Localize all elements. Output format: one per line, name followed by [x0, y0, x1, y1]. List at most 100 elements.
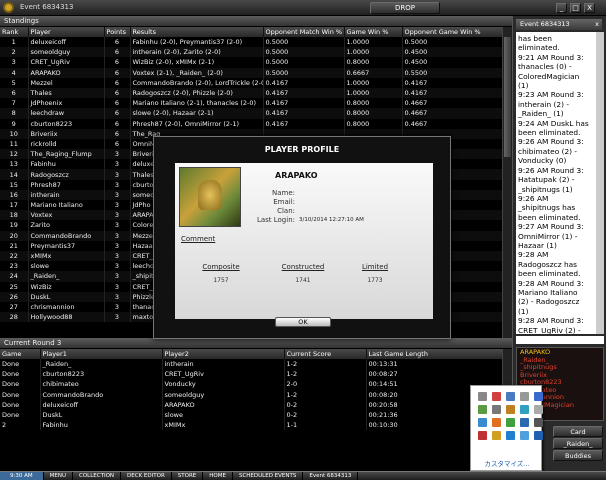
standings-scrollbar[interactable] — [502, 27, 512, 349]
tray-icon[interactable] — [534, 418, 543, 427]
table-cell: 0-2 — [284, 399, 367, 410]
table-row[interactable]: Done DuskL slowe 0-2 00:21:36 — [0, 409, 503, 421]
close-icon[interactable]: x — [595, 19, 599, 29]
chat-log: has been eliminated. 9:21 AM Round 3: than… — [516, 32, 596, 334]
tray-icon[interactable] — [520, 431, 529, 440]
tray-icon[interactable] — [534, 392, 543, 401]
column-header[interactable]: Opponent Match Win % — [263, 27, 345, 37]
tray-icon[interactable] — [506, 405, 515, 414]
column-header[interactable]: Opponent Game Win % — [402, 27, 503, 37]
table-cell: 3 — [104, 291, 131, 302]
scheduled-events-button[interactable]: SCHEDULED EVENTS — [233, 472, 304, 480]
chat-input[interactable] — [516, 336, 604, 344]
table-row[interactable]: 7 JdPhoenix 6 Mariano Italiano (2-1), thana… — [0, 98, 503, 109]
chat-line: Hazaar (1) — [518, 240, 557, 250]
table-cell: intherain (2-0), Zarito (2-0) — [130, 47, 264, 58]
collection-button[interactable]: COLLECTION — [73, 472, 122, 480]
column-header[interactable]: Rank — [0, 27, 29, 37]
table-cell: 1.0000 — [344, 47, 403, 58]
tray-icon[interactable] — [478, 405, 487, 414]
table-row[interactable]: 2 Fabinhu xMIMx 1-1 00:10:30 — [0, 420, 503, 431]
tray-icon[interactable] — [492, 405, 501, 414]
table-cell: 0.4167 — [402, 77, 503, 88]
table-row[interactable]: 1 deluxeicoff 6 Fabinhu (2-0), Preymantis37… — [0, 37, 503, 48]
table-row[interactable]: 4 ARAPAKO 6 Voxtex (2-1), _Raiden_ (2-0) 0.5… — [0, 67, 503, 78]
table-cell: someoldguy — [28, 47, 105, 58]
menu-button[interactable]: MENU — [44, 472, 73, 480]
drop-button[interactable]: DROP — [370, 2, 440, 14]
chat-line: 9:28 AM Round 3: — [518, 278, 584, 288]
tray-icon[interactable] — [478, 431, 487, 440]
column-header[interactable]: Current Score — [284, 349, 367, 359]
table-cell: 6 — [104, 87, 131, 99]
column-header[interactable]: Last Game Length — [366, 349, 503, 359]
table-cell: Thales — [28, 87, 105, 99]
table-row[interactable]: Done cburton8223 CRET_UgRiv 1-2 00:08:27 — [0, 369, 503, 380]
deck-editor-button[interactable]: DECK EDITOR — [121, 472, 172, 480]
table-cell: 3 — [104, 301, 131, 313]
tray-icon[interactable] — [492, 418, 501, 427]
last-login-label: Last Login: — [256, 216, 295, 224]
event-tab-button[interactable]: Event 6834313 — [303, 472, 359, 480]
store-button[interactable]: STORE — [172, 472, 204, 480]
table-row[interactable]: Done CommandoBrando someoldguy 1-2 00:08:20 — [0, 389, 503, 400]
tray-icon[interactable] — [534, 405, 543, 414]
table-cell: 11 — [0, 138, 29, 150]
column-header[interactable]: Player1 — [40, 349, 163, 359]
table-row[interactable]: Done _Raiden_ intherain 1-2 00:13:31 — [0, 359, 503, 370]
table-row[interactable]: 2 someoldguy 6 intherain (2-0), Zarito (2-0… — [0, 47, 503, 58]
column-header[interactable]: Results — [130, 27, 264, 37]
table-cell: 0.8000 — [344, 118, 403, 129]
tray-icon[interactable] — [478, 392, 487, 401]
table-cell: Voxtex (2-1), _Raiden_ (2-0) — [130, 67, 264, 78]
raiden-button[interactable]: _Raiden_ — [553, 438, 603, 449]
column-header[interactable]: Player2 — [162, 349, 285, 359]
tray-icon[interactable] — [520, 418, 529, 427]
column-header[interactable]: Game — [0, 349, 41, 359]
buddies-button[interactable]: Buddies — [553, 450, 603, 461]
table-cell: Mezzel — [28, 77, 105, 88]
ok-button[interactable]: OK — [275, 317, 331, 327]
chat-line: chibimateo (2) - — [518, 146, 578, 156]
table-row[interactable]: Done deluxeicoff ARAPAKO 0-2 00:20:58 — [0, 399, 503, 410]
comment-link[interactable]: Comment — [181, 235, 215, 243]
tray-icon[interactable] — [506, 431, 515, 440]
table-row[interactable]: 5 Mezzel 6 CommandoBrando (2-0), LordTrickl… — [0, 77, 503, 88]
table-row[interactable]: 6 Thales 6 Radogoszcz (2-0), Phizzle (2-0) 0… — [0, 87, 503, 99]
tray-icon[interactable] — [534, 431, 543, 440]
close-icon[interactable]: X — [584, 3, 595, 13]
scrollbar-thumb[interactable] — [504, 37, 511, 157]
table-row[interactable]: Done chibimateo Vonducky 2-0 00:14:51 — [0, 379, 503, 390]
column-header[interactable]: Player — [28, 27, 105, 37]
table-row[interactable]: 8 leechdraw 6 slowe (2-0), Hazaar (2-1) 0.41… — [0, 108, 503, 119]
tray-icon[interactable] — [506, 392, 515, 401]
tray-icon[interactable] — [492, 392, 501, 401]
table-cell: intherain — [28, 189, 105, 200]
maximize-icon[interactable]: □ — [570, 3, 581, 13]
home-button[interactable]: HOME — [203, 472, 233, 480]
minimize-icon[interactable]: _ — [556, 3, 567, 13]
table-cell: Radogoszcz (2-0), Phizzle (2-0) — [130, 87, 264, 99]
table-row[interactable]: 3 CRET_UgRiv 6 WizBiz (2-0), xMIMx (2-1) 0.5… — [0, 57, 503, 68]
table-cell: The_Raging_Flump — [28, 149, 105, 160]
constructed-rating: Constructed 1741 — [273, 263, 333, 284]
tray-icon[interactable] — [520, 405, 529, 414]
tray-icon[interactable] — [506, 418, 515, 427]
table-cell: ARAPAKO — [28, 67, 105, 78]
chat-scrollbar[interactable] — [596, 32, 604, 334]
table-cell: Hollywood88 — [28, 312, 105, 323]
card-button[interactable]: Card — [553, 426, 603, 437]
tray-icon[interactable] — [478, 418, 487, 427]
tray-icon[interactable] — [492, 431, 501, 440]
table-cell: 0.4667 — [402, 98, 503, 109]
customize-link[interactable]: カスタマイズ... — [471, 458, 543, 468]
chat-tab[interactable]: Event 6834313 x — [516, 19, 602, 30]
column-header[interactable]: Game Win % — [344, 27, 403, 37]
table-cell: 6 — [104, 128, 131, 139]
chat-line: 9:28 AM Round 3: — [518, 316, 584, 326]
table-cell: 1-1 — [284, 420, 367, 431]
table-row[interactable]: 9 cburton8223 6 Phresh87 (2-0), OmniMirror … — [0, 118, 503, 129]
chat-line: (1) — [518, 306, 529, 316]
column-header[interactable]: Points — [104, 27, 131, 37]
tray-icon[interactable] — [520, 392, 529, 401]
